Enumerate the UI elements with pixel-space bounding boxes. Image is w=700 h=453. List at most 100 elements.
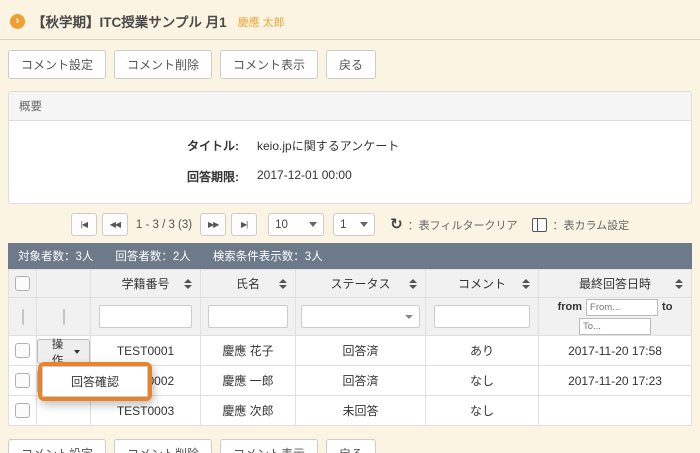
back-button[interactable]: 戻る	[326, 439, 376, 453]
deadline-label: 回答期限:	[9, 168, 239, 185]
filter-clear-icon[interactable]: ↻	[390, 217, 403, 232]
caret-down-icon	[405, 315, 413, 319]
page-number-select[interactable]: 1	[333, 213, 375, 236]
comment-cell: なし	[426, 396, 539, 426]
row-checkbox[interactable]	[15, 373, 30, 388]
comment-settings-button[interactable]: コメント設定	[8, 50, 106, 79]
comment-filter-input[interactable]	[434, 305, 530, 328]
top-toolbar: コメント設定 コメント削除 コメント表示 戻る	[0, 40, 700, 83]
filtered-count: 検索条件表示数：3人	[213, 248, 323, 264]
to-label: to	[662, 301, 672, 313]
name-cell: 慶應 花子	[201, 336, 296, 366]
sort-icon[interactable]	[409, 279, 417, 289]
comment-cell: あり	[426, 336, 539, 366]
date-from-input[interactable]	[586, 299, 658, 316]
name-cell: 慶應 次郎	[201, 396, 296, 426]
filter-student-id-cell	[91, 298, 201, 336]
caret-down-icon	[309, 222, 317, 227]
table-filter-row: from to	[9, 298, 692, 336]
filter-checkbox-cell	[9, 298, 37, 336]
disabled-filter-box	[22, 309, 24, 325]
last-answered-cell: 2017-11-20 17:58	[539, 336, 692, 366]
first-page-button[interactable]: |◀	[71, 213, 97, 236]
operation-button[interactable]: 操作	[37, 339, 90, 364]
student-id-filter-input[interactable]	[99, 305, 193, 328]
page: › 【秋学期】ITC授業サンプル 月1 慶應 太郎 コメント設定 コメント削除 …	[0, 0, 700, 453]
column-header-name[interactable]: 氏名	[201, 270, 296, 298]
tutorial-highlight-box: 回答確認	[38, 362, 152, 401]
user-name: 慶應 太郎	[238, 14, 285, 30]
sort-icon[interactable]	[522, 279, 530, 289]
chevron-right-icon[interactable]: ›	[10, 14, 25, 29]
column-header-status[interactable]: ステータス	[296, 270, 426, 298]
status-cell: 回答済	[296, 336, 426, 366]
last-page-button[interactable]: ▶|	[231, 213, 257, 236]
date-to-input[interactable]	[579, 318, 651, 335]
back-button[interactable]: 戻る	[326, 50, 376, 79]
column-header-last-answered[interactable]: 最終回答日時	[539, 270, 692, 298]
student-id-cell: TEST0001	[91, 336, 201, 366]
last-answered-cell: 2017-11-20 17:23	[539, 366, 692, 396]
sort-icon[interactable]	[675, 279, 683, 289]
prev-page-button[interactable]: ◀◀	[102, 213, 128, 236]
page-size-select[interactable]: 10	[268, 213, 324, 236]
table-header-row: 学籍番号 氏名 ステータス コメント 最終回答日時	[9, 270, 692, 298]
row-checkbox-cell	[9, 396, 37, 426]
row-action-cell: 操作 回答確認	[37, 336, 91, 366]
comment-cell: なし	[426, 366, 539, 396]
operation-dropdown-menu: 回答確認	[42, 366, 148, 397]
survey-title-label: タイトル:	[9, 137, 239, 154]
filter-date-cell: from to	[539, 298, 692, 336]
row-checkbox[interactable]	[15, 343, 30, 358]
column-header-student-id[interactable]: 学籍番号	[91, 270, 201, 298]
deadline-field: 回答期限: 2017-12-01 00:00	[9, 168, 691, 185]
comment-header-label: コメント	[458, 277, 506, 291]
sort-icon[interactable]	[184, 279, 192, 289]
respondents-table: 学籍番号 氏名 ステータス コメント 最終回答日時	[8, 269, 692, 426]
student-id-header-label: 学籍番号	[121, 277, 169, 291]
name-header-label: 氏名	[236, 277, 260, 291]
last-answered-cell	[539, 396, 692, 426]
name-filter-input[interactable]	[208, 305, 289, 328]
respondent-count: 回答者数：2人	[115, 248, 190, 264]
select-all-checkbox[interactable]	[15, 276, 30, 291]
filter-comment-cell	[426, 298, 539, 336]
select-all-cell	[9, 270, 37, 298]
target-count: 対象者数：3人	[18, 248, 93, 264]
page-header: › 【秋学期】ITC授業サンプル 月1 慶應 太郎	[0, 0, 700, 39]
status-cell: 回答済	[296, 366, 426, 396]
page-range-text: 1 - 3 / 3 (3)	[133, 219, 195, 231]
comment-show-button[interactable]: コメント表示	[220, 50, 318, 79]
bottom-toolbar: コメント設定 コメント削除 コメント表示 戻る	[0, 426, 700, 453]
filter-name-cell	[201, 298, 296, 336]
action-column-header	[37, 270, 91, 298]
name-cell: 慶應 一郎	[201, 366, 296, 396]
filter-status-cell	[296, 298, 426, 336]
row-checkbox-cell	[9, 366, 37, 396]
sort-icon[interactable]	[279, 279, 287, 289]
filter-clear-label: ：表フィルタークリア	[408, 217, 518, 233]
status-header-label: ステータス	[330, 277, 390, 291]
survey-title-value: keio.jpに関するアンケート	[257, 137, 399, 154]
table-row: 操作 回答確認 TEST0001 慶應 花子 回答済 あり 2017-11-20…	[9, 336, 692, 366]
status-filter-select[interactable]	[301, 305, 420, 328]
page-title: 【秋学期】ITC授業サンプル 月1	[32, 11, 227, 31]
disabled-filter-box	[63, 309, 65, 325]
comment-settings-button[interactable]: コメント設定	[8, 439, 106, 453]
next-page-button[interactable]: ▶▶	[200, 213, 226, 236]
comment-delete-button[interactable]: コメント削除	[114, 439, 212, 453]
page-size-value: 10	[275, 219, 288, 231]
comment-show-button[interactable]: コメント表示	[220, 439, 318, 453]
table-columns-icon[interactable]	[532, 218, 547, 232]
page-number-value: 1	[340, 219, 346, 231]
row-checkbox[interactable]	[15, 403, 30, 418]
overview-panel-body: タイトル: keio.jpに関するアンケート 回答期限: 2017-12-01 …	[9, 121, 691, 203]
column-config-label: ：表カラム設定	[552, 217, 629, 233]
column-header-comment[interactable]: コメント	[426, 270, 539, 298]
caret-down-icon	[360, 222, 368, 227]
overview-panel: 概要 タイトル: keio.jpに関するアンケート 回答期限: 2017-12-…	[8, 91, 692, 204]
answer-confirm-menu-item[interactable]: 回答確認	[43, 370, 147, 393]
caret-down-icon	[74, 350, 80, 354]
status-cell: 未回答	[296, 396, 426, 426]
comment-delete-button[interactable]: コメント削除	[114, 50, 212, 79]
